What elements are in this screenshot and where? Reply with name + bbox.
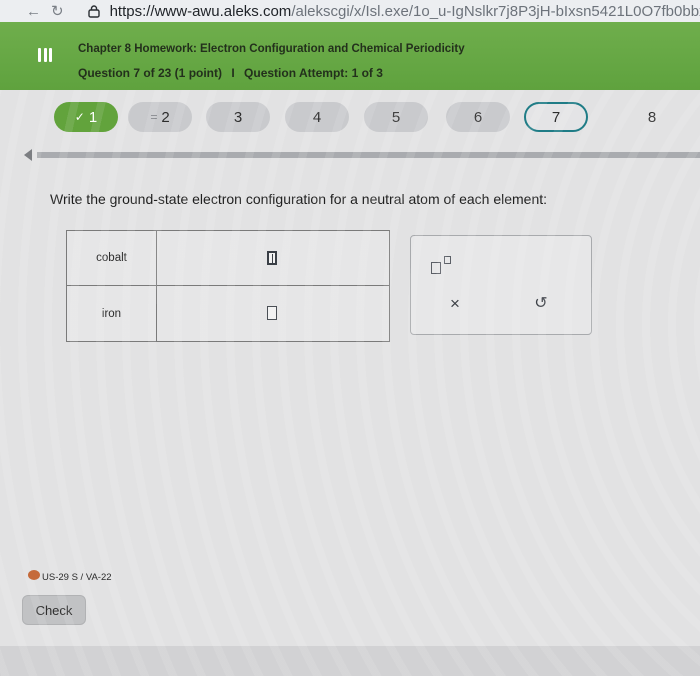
answer-cell[interactable] xyxy=(157,231,389,285)
question-nav-1[interactable]: ✓ 1 xyxy=(54,102,118,132)
question-number: 3 xyxy=(233,108,243,126)
question-number: 6 xyxy=(473,108,483,126)
question-number: 8 xyxy=(647,108,657,126)
partial-icon: = xyxy=(150,110,158,124)
reload-icon[interactable]: ↻ xyxy=(51,2,64,20)
scroll-left-icon[interactable] xyxy=(24,149,32,161)
question-nav-5[interactable]: 5 xyxy=(364,102,428,132)
question-nav-8[interactable]: 8 xyxy=(620,102,684,132)
question-nav-2[interactable]: = 2 xyxy=(128,102,192,132)
question-attempt: Question Attempt: 1 of 3 xyxy=(244,66,383,80)
cobalt-answer-input[interactable] xyxy=(267,251,277,265)
lock-icon[interactable] xyxy=(87,4,100,18)
question-position: Question 7 of 23 (1 point) xyxy=(78,66,223,80)
question-nav-7[interactable]: 7 xyxy=(524,102,588,132)
menu-icon[interactable] xyxy=(38,48,52,62)
question-prompt: Write the ground-state electron configur… xyxy=(50,191,548,207)
assignment-header: Chapter 8 Homework: Electron Configurati… xyxy=(0,22,700,90)
question-progress-bar xyxy=(37,152,700,158)
check-button[interactable]: Check xyxy=(22,595,86,625)
question-number: 5 xyxy=(391,108,401,126)
footer-strip xyxy=(0,646,700,676)
question-info: Question 7 of 23 (1 point) I Question At… xyxy=(78,66,383,80)
question-nav-4[interactable]: 4 xyxy=(285,102,349,132)
iron-answer-input[interactable] xyxy=(267,306,277,320)
chapter-title: Chapter 8 Homework: Electron Configurati… xyxy=(78,43,465,55)
answer-cell[interactable] xyxy=(157,286,389,341)
badge-icon xyxy=(28,570,40,580)
checkmark-icon: ✓ xyxy=(74,110,85,124)
question-number: 2 xyxy=(161,108,170,126)
question-number: 1 xyxy=(88,108,98,126)
browser-toolbar: ← ↻ https://www-awu.aleks.com/alekscgi/x… xyxy=(0,0,700,22)
question-nav-6[interactable]: 6 xyxy=(446,102,510,132)
question-number: 4 xyxy=(312,108,322,126)
separator: I xyxy=(231,66,235,80)
question-content: ✓ 1 = 2 3 4 5 6 7 8 Write the ground-sta… xyxy=(0,90,700,676)
answer-table: cobalt iron xyxy=(66,230,390,342)
undo-icon[interactable]: ↺ xyxy=(531,294,551,314)
answer-row-iron: iron xyxy=(67,286,389,341)
math-toolbox: × ↺ xyxy=(410,235,592,335)
question-navigator: ✓ 1 = 2 3 4 5 6 7 8 xyxy=(0,90,700,150)
url-path: /alekscgi/x/Isl.exe/1o_u-IgNslkr7j8P3jH-… xyxy=(291,2,700,20)
back-arrow-icon[interactable]: ← xyxy=(26,3,41,20)
url-host: https://www-awu.aleks.com xyxy=(109,2,292,20)
address-bar[interactable]: https://www-awu.aleks.com/alekscgi/x/Isl… xyxy=(110,3,700,20)
element-label: cobalt xyxy=(67,231,157,285)
footer-label: US-29 S / VA-22 xyxy=(42,572,112,583)
element-label: iron xyxy=(67,286,157,341)
question-nav-3[interactable]: 3 xyxy=(206,102,270,132)
answer-row-cobalt: cobalt xyxy=(67,231,389,286)
question-number: 7 xyxy=(551,108,561,126)
superscript-box-icon[interactable] xyxy=(431,254,459,278)
x-icon[interactable]: × xyxy=(445,294,465,314)
